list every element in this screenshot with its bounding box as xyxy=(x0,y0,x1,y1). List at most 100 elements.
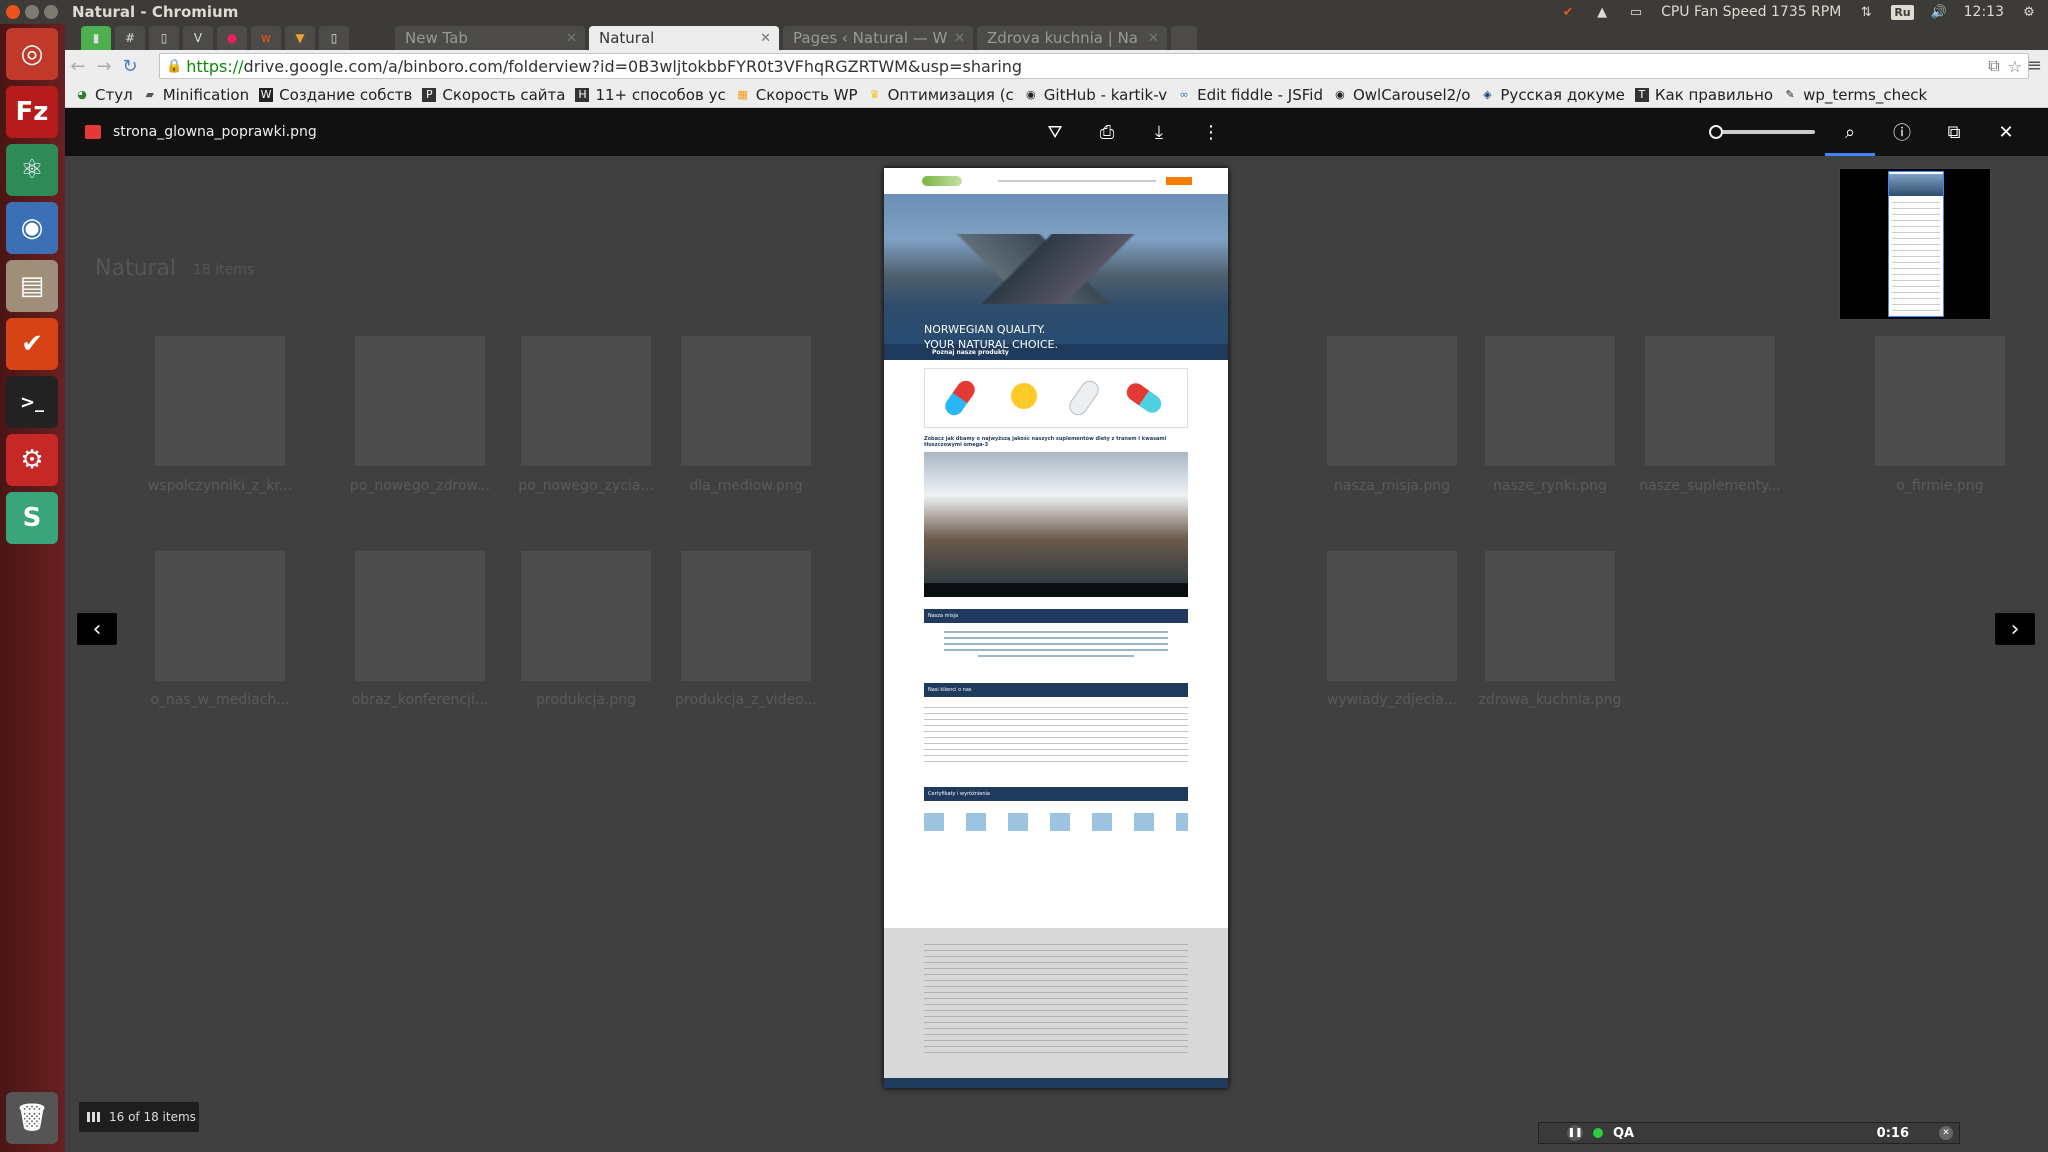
bookmark-item[interactable]: ◈ Русская докуме xyxy=(1480,86,1625,104)
file-thumbnail[interactable] xyxy=(1327,336,1457,466)
close-icon[interactable]: ✕ xyxy=(1994,120,2018,144)
new-tab-button[interactable] xyxy=(1171,26,1197,50)
file-thumbnail[interactable] xyxy=(155,336,285,466)
file-name-label: obraz_konferencji... xyxy=(351,692,489,708)
bookmark-label: Оптимизация (с xyxy=(887,85,1014,104)
items-count-button[interactable]: 16 of 18 items xyxy=(79,1102,199,1132)
pinned-tab[interactable]: V xyxy=(183,26,213,50)
clock[interactable]: 12:13 xyxy=(1964,4,2004,20)
tab-pages[interactable]: Pages ‹ Natural — W ✕ xyxy=(783,26,973,50)
zoom-slider-handle[interactable] xyxy=(1709,125,1723,139)
pause-icon[interactable]: ❚❚ xyxy=(1567,1125,1583,1141)
gear-icon[interactable]: ⚙ xyxy=(2020,4,2038,20)
bookmark-item[interactable]: ◉ OwlCarousel2/o xyxy=(1333,86,1470,104)
network-icon[interactable]: ⇅ xyxy=(1857,4,1875,20)
drive-tray-icon[interactable]: ▲ xyxy=(1593,4,1611,20)
cpu-fan-indicator[interactable]: CPU Fan Speed 1735 RPM xyxy=(1661,4,1841,20)
pinned-tab[interactable]: ▯ xyxy=(319,26,349,50)
file-thumbnail[interactable] xyxy=(355,551,485,681)
terminal-icon[interactable]: >_ xyxy=(6,376,58,428)
file-thumbnail[interactable] xyxy=(1875,336,2005,466)
tab-label: Pages ‹ Natural — W xyxy=(793,29,948,47)
zoom-icon[interactable]: ⌕ xyxy=(1838,120,1862,144)
close-icon[interactable]: ✕ xyxy=(566,31,577,46)
minimize-window-button[interactable] xyxy=(25,5,39,19)
close-icon[interactable]: ✕ xyxy=(1939,1126,1953,1140)
reload-icon[interactable]: ↻ xyxy=(117,56,143,77)
bookmark-item[interactable]: ▰ Minification xyxy=(143,86,249,104)
bookmark-favicon-icon: ◕ xyxy=(77,88,87,101)
close-window-button[interactable] xyxy=(6,5,20,19)
previous-file-button[interactable]: ‹ xyxy=(77,613,117,645)
tab-new-tab[interactable]: New Tab ✕ xyxy=(395,26,585,50)
bookmark-item[interactable]: ✎ wp_terms_check xyxy=(1783,86,1927,104)
bookmark-item[interactable]: T Как правильно xyxy=(1634,86,1773,104)
print-icon[interactable]: ⎙ xyxy=(1095,120,1119,144)
ubuntu-dash-icon[interactable]: ◎ xyxy=(6,28,58,80)
pinned-tab[interactable]: ▯ xyxy=(149,26,179,50)
tab-zdrova-kuchnia[interactable]: Zdrova kuchnia | Na ✕ xyxy=(977,26,1167,50)
address-bar[interactable]: 🔒 https:// drive.google.com/a/binboro.co… xyxy=(159,53,2029,79)
zoom-navigator[interactable] xyxy=(1839,168,1991,320)
add-to-drive-icon[interactable]: ⛛ xyxy=(1043,120,1067,144)
file-thumbnail[interactable] xyxy=(681,551,811,681)
bookmark-item[interactable]: ♛ Оптимизация (с xyxy=(868,86,1014,104)
bookmark-item[interactable]: ∞ Edit fiddle - JSFid xyxy=(1177,86,1323,104)
todo-icon[interactable]: ✔ xyxy=(6,318,58,370)
forward-icon[interactable]: → xyxy=(91,56,117,77)
keyboard-layout-indicator[interactable]: Ru xyxy=(1891,4,1914,20)
trash-icon[interactable]: 🗑 xyxy=(6,1092,58,1144)
menu-icon[interactable]: ≡ xyxy=(2027,55,2042,76)
bookmark-item[interactable]: ▦ Скорость WP xyxy=(736,86,858,104)
bookmark-item[interactable]: ◉ GitHub - kartik-v xyxy=(1024,86,1167,104)
close-icon[interactable]: ✕ xyxy=(760,31,771,46)
open-in-new-window-icon[interactable]: ⧉ xyxy=(1942,120,1966,144)
info-icon[interactable]: ⓘ xyxy=(1890,120,1914,144)
close-icon[interactable]: ✕ xyxy=(954,31,965,46)
pinned-tab[interactable]: ▼ xyxy=(285,26,315,50)
bookmark-item[interactable]: H 11+ способов ус xyxy=(575,86,726,104)
preview-cert-logos xyxy=(924,813,1188,831)
next-file-button[interactable]: › xyxy=(1995,613,2035,645)
battery-tray-icon[interactable]: ▭ xyxy=(1627,4,1645,20)
back-icon[interactable]: ← xyxy=(65,56,91,77)
bookmark-item[interactable]: ◕ Стул xyxy=(75,86,133,104)
navigator-viewport[interactable] xyxy=(1888,171,1944,317)
file-thumbnail[interactable] xyxy=(521,336,651,466)
file-name: strona_glowna_poprawki.png xyxy=(113,124,317,140)
bookmark-item[interactable]: W Создание собств xyxy=(259,86,412,104)
todo-tray-icon[interactable]: ✔ xyxy=(1559,4,1577,20)
file-thumbnail[interactable] xyxy=(355,336,485,466)
chromium-icon[interactable]: ◉ xyxy=(6,202,58,254)
files-icon[interactable]: ▤ xyxy=(6,260,58,312)
file-thumbnail[interactable] xyxy=(1645,336,1775,466)
pinned-tab[interactable]: ▮ xyxy=(81,26,111,50)
pinned-tab[interactable]: w xyxy=(251,26,281,50)
file-thumbnail[interactable] xyxy=(681,336,811,466)
zoom-slider[interactable] xyxy=(1709,125,1815,139)
tab-natural[interactable]: Natural ✕ xyxy=(589,26,779,50)
file-thumbnail[interactable] xyxy=(155,551,285,681)
more-options-icon[interactable]: ⋮ xyxy=(1199,120,1223,144)
pinned-tab[interactable]: ● xyxy=(217,26,247,50)
settings-icon[interactable]: ⚙ xyxy=(6,434,58,486)
volume-icon[interactable]: 🔊 xyxy=(1930,4,1948,20)
slack-icon[interactable]: S xyxy=(6,492,58,544)
maximize-window-button[interactable] xyxy=(44,5,58,19)
file-thumbnail[interactable] xyxy=(1485,551,1615,681)
recording-time: 0:16 xyxy=(1876,1125,1909,1141)
preview-mission-heading: Nasza misja xyxy=(924,609,1188,623)
file-thumbnail[interactable] xyxy=(521,551,651,681)
pinned-tab[interactable]: # xyxy=(115,26,145,50)
translate-icon[interactable]: ⧉ xyxy=(1988,56,1999,76)
close-icon[interactable]: ✕ xyxy=(1148,31,1159,46)
file-thumbnail[interactable] xyxy=(1485,336,1615,466)
filezilla-icon[interactable]: Fz xyxy=(6,86,58,138)
atom-icon[interactable]: ⚛ xyxy=(6,144,58,196)
file-thumbnail[interactable] xyxy=(1327,551,1457,681)
star-icon[interactable]: ☆ xyxy=(2008,57,2022,76)
drive-file-viewer: Natural 18 items wspolczynniki_z_kr... p… xyxy=(65,108,2048,1152)
download-icon[interactable]: ⤓ xyxy=(1147,120,1171,144)
bookmark-item[interactable]: P Скорость сайта xyxy=(422,86,565,104)
bookmark-label: OwlCarousel2/o xyxy=(1352,85,1471,104)
